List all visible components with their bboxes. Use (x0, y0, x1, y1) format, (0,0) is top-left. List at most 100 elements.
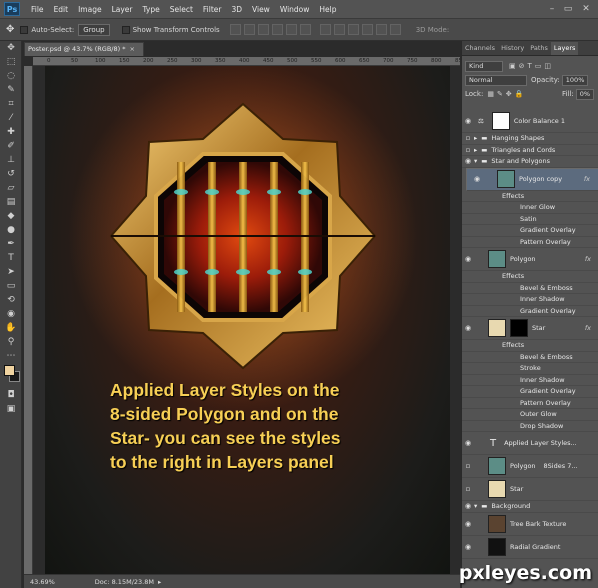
effect-drop-shadow[interactable]: Drop Shadow (462, 421, 598, 432)
distribute-bottom-icon[interactable] (347, 24, 359, 35)
3d-tool-icon[interactable]: ⟲ (4, 294, 18, 307)
visibility-toggle[interactable]: ▫ (462, 462, 474, 470)
distribute-top-icon[interactable] (319, 24, 331, 35)
menu-help[interactable]: Help (314, 0, 341, 19)
effect-outer-glow[interactable]: Outer Glow (462, 409, 598, 421)
3d-camera-icon[interactable]: ◉ (4, 308, 18, 321)
fx-icon[interactable]: fx (585, 255, 591, 263)
layer-star-hidden[interactable]: ▫ Star (462, 478, 598, 501)
visibility-eye-icon[interactable]: ◉ (462, 439, 474, 447)
document-tab[interactable]: Poster.psd @ 43.7% (RGB/8) * × (24, 42, 144, 56)
menu-window[interactable]: Window (275, 0, 315, 19)
menu-select[interactable]: Select (165, 0, 198, 19)
distribute-hcenter-icon[interactable] (375, 24, 387, 35)
more-tools-icon[interactable]: ⋯ (4, 350, 18, 363)
layer-group-star-polygons[interactable]: ◉ ▾ ▬ Star and Polygons (462, 156, 598, 168)
visibility-eye-icon[interactable]: ◉ (462, 117, 474, 125)
layer-radial-gradient[interactable]: ◉ Radial Gradient (462, 536, 598, 559)
transform-controls-checkbox[interactable] (121, 25, 130, 34)
layer-polygon[interactable]: ◉ Polygon fx (462, 248, 598, 271)
type-tool-icon[interactable]: T (4, 252, 18, 265)
tab-history[interactable]: History (498, 42, 527, 55)
effect-inner-shadow[interactable]: Inner Shadow (462, 294, 598, 306)
minimize-icon[interactable]: – (546, 3, 558, 15)
history-brush-icon[interactable]: ↺ (4, 168, 18, 181)
effect-gradient-overlay[interactable]: Gradient Overlay (462, 225, 598, 237)
layer-color-balance[interactable]: ◉ ⚖ Color Balance 1 (462, 110, 598, 133)
fx-icon[interactable]: fx (584, 175, 590, 183)
effect-pattern-overlay[interactable]: Pattern Overlay (462, 398, 598, 409)
visibility-eye-icon[interactable]: ◉ (462, 520, 474, 528)
menu-view[interactable]: View (247, 0, 275, 19)
layer-star[interactable]: ◉ Star fx (462, 317, 598, 340)
effect-gradient-overlay[interactable]: Gradient Overlay (462, 306, 598, 317)
effect-pattern-overlay[interactable]: Pattern Overlay (462, 237, 598, 248)
document-canvas[interactable]: Applied Layer Styles on the 8-sided Poly… (45, 66, 450, 574)
pen-tool-icon[interactable]: ✒ (4, 238, 18, 251)
layer-text[interactable]: ◉ T Applied Layer Styles... (462, 432, 598, 455)
tab-paths[interactable]: Paths (527, 42, 551, 55)
tab-layers[interactable]: Layers (550, 42, 579, 55)
filter-icons[interactable]: ▣⊘T▭◫ (509, 62, 554, 70)
blur-tool-icon[interactable]: ◆ (4, 210, 18, 223)
visibility-toggle[interactable]: ▫ (462, 134, 474, 142)
group-expand-icon[interactable]: ▸ (474, 134, 477, 142)
menu-filter[interactable]: Filter (198, 0, 227, 19)
layer-group-triangles[interactable]: ▫ ▸ ▬ Triangles and Cords (462, 145, 598, 156)
align-bottom-icon[interactable] (257, 24, 269, 35)
menu-3d[interactable]: 3D (226, 0, 247, 19)
layer-polygon-hidden[interactable]: ▫ Polygon 8Sides 7... (462, 455, 598, 478)
distribute-right-icon[interactable] (389, 24, 401, 35)
fill-field[interactable]: 0% (575, 88, 594, 100)
eyedropper-tool-icon[interactable]: ⁄ (4, 112, 18, 125)
clone-stamp-icon[interactable]: ⊥ (4, 154, 18, 167)
zoom-level[interactable]: 43.69% (30, 578, 55, 586)
effect-inner-glow[interactable]: Inner Glow (462, 202, 598, 214)
quick-select-tool-icon[interactable]: ✎ (4, 84, 18, 97)
distribute-left-icon[interactable] (361, 24, 373, 35)
visibility-toggle[interactable]: ▫ (462, 485, 474, 493)
effect-bevel-emboss[interactable]: Bevel & Emboss (462, 283, 598, 294)
effects-row[interactable]: Effects (462, 191, 598, 202)
status-menu-icon[interactable]: ▸ (158, 578, 161, 586)
opacity-field[interactable]: 100% (561, 74, 589, 86)
effects-row[interactable]: Effects (462, 271, 598, 283)
layer-group-background[interactable]: ◉ ▾ ▬ Background (462, 501, 598, 513)
effect-stroke[interactable]: Stroke (462, 363, 598, 375)
close-icon[interactable]: ✕ (580, 3, 592, 15)
lasso-tool-icon[interactable]: ◌ (4, 70, 18, 83)
maximize-icon[interactable]: ▭ (562, 3, 574, 15)
menu-layer[interactable]: Layer (107, 0, 138, 19)
effect-gradient-overlay[interactable]: Gradient Overlay (462, 386, 598, 398)
layer-polygon-copy[interactable]: ◉ Polygon copy fx (466, 167, 598, 191)
distribute-vcenter-icon[interactable] (333, 24, 345, 35)
effects-row[interactable]: Effects (462, 340, 598, 352)
kind-filter-dropdown[interactable]: Kind (465, 60, 503, 72)
effect-bevel-emboss[interactable]: Bevel & Emboss (462, 352, 598, 363)
effect-satin[interactable]: Satin (462, 214, 598, 225)
dodge-tool-icon[interactable]: ● (4, 224, 18, 237)
menu-file[interactable]: File (26, 0, 49, 19)
menu-image[interactable]: Image (73, 0, 107, 19)
align-top-icon[interactable] (229, 24, 241, 35)
visibility-eye-icon[interactable]: ◉ (462, 543, 474, 551)
lock-icons[interactable]: ▦✎✥🔒 (487, 90, 526, 98)
healing-brush-icon[interactable]: ✚ (4, 126, 18, 139)
visibility-toggle[interactable]: ▫ (462, 146, 474, 154)
auto-select-dropdown[interactable]: Group (78, 23, 110, 36)
gradient-tool-icon[interactable]: ▤ (4, 196, 18, 209)
visibility-eye-icon[interactable]: ◉ (462, 255, 474, 263)
align-left-icon[interactable] (271, 24, 283, 35)
layer-group-hanging-shapes[interactable]: ▫ ▸ ▬ Hanging Shapes (462, 133, 598, 145)
fx-icon[interactable]: fx (585, 324, 591, 332)
move-tool-icon[interactable]: ✥ (4, 42, 18, 55)
align-vcenter-icon[interactable] (243, 24, 255, 35)
auto-select-checkbox[interactable] (20, 25, 29, 34)
close-tab-icon[interactable]: × (129, 45, 134, 53)
quick-mask-icon[interactable]: ◘ (4, 389, 18, 402)
menu-type[interactable]: Type (138, 0, 165, 19)
layer-tree-bark[interactable]: ◉ Tree Bark Texture (462, 513, 598, 536)
group-collapse-icon[interactable]: ▾ (474, 502, 477, 510)
tab-channels[interactable]: Channels (462, 42, 498, 55)
align-hcenter-icon[interactable] (285, 24, 297, 35)
